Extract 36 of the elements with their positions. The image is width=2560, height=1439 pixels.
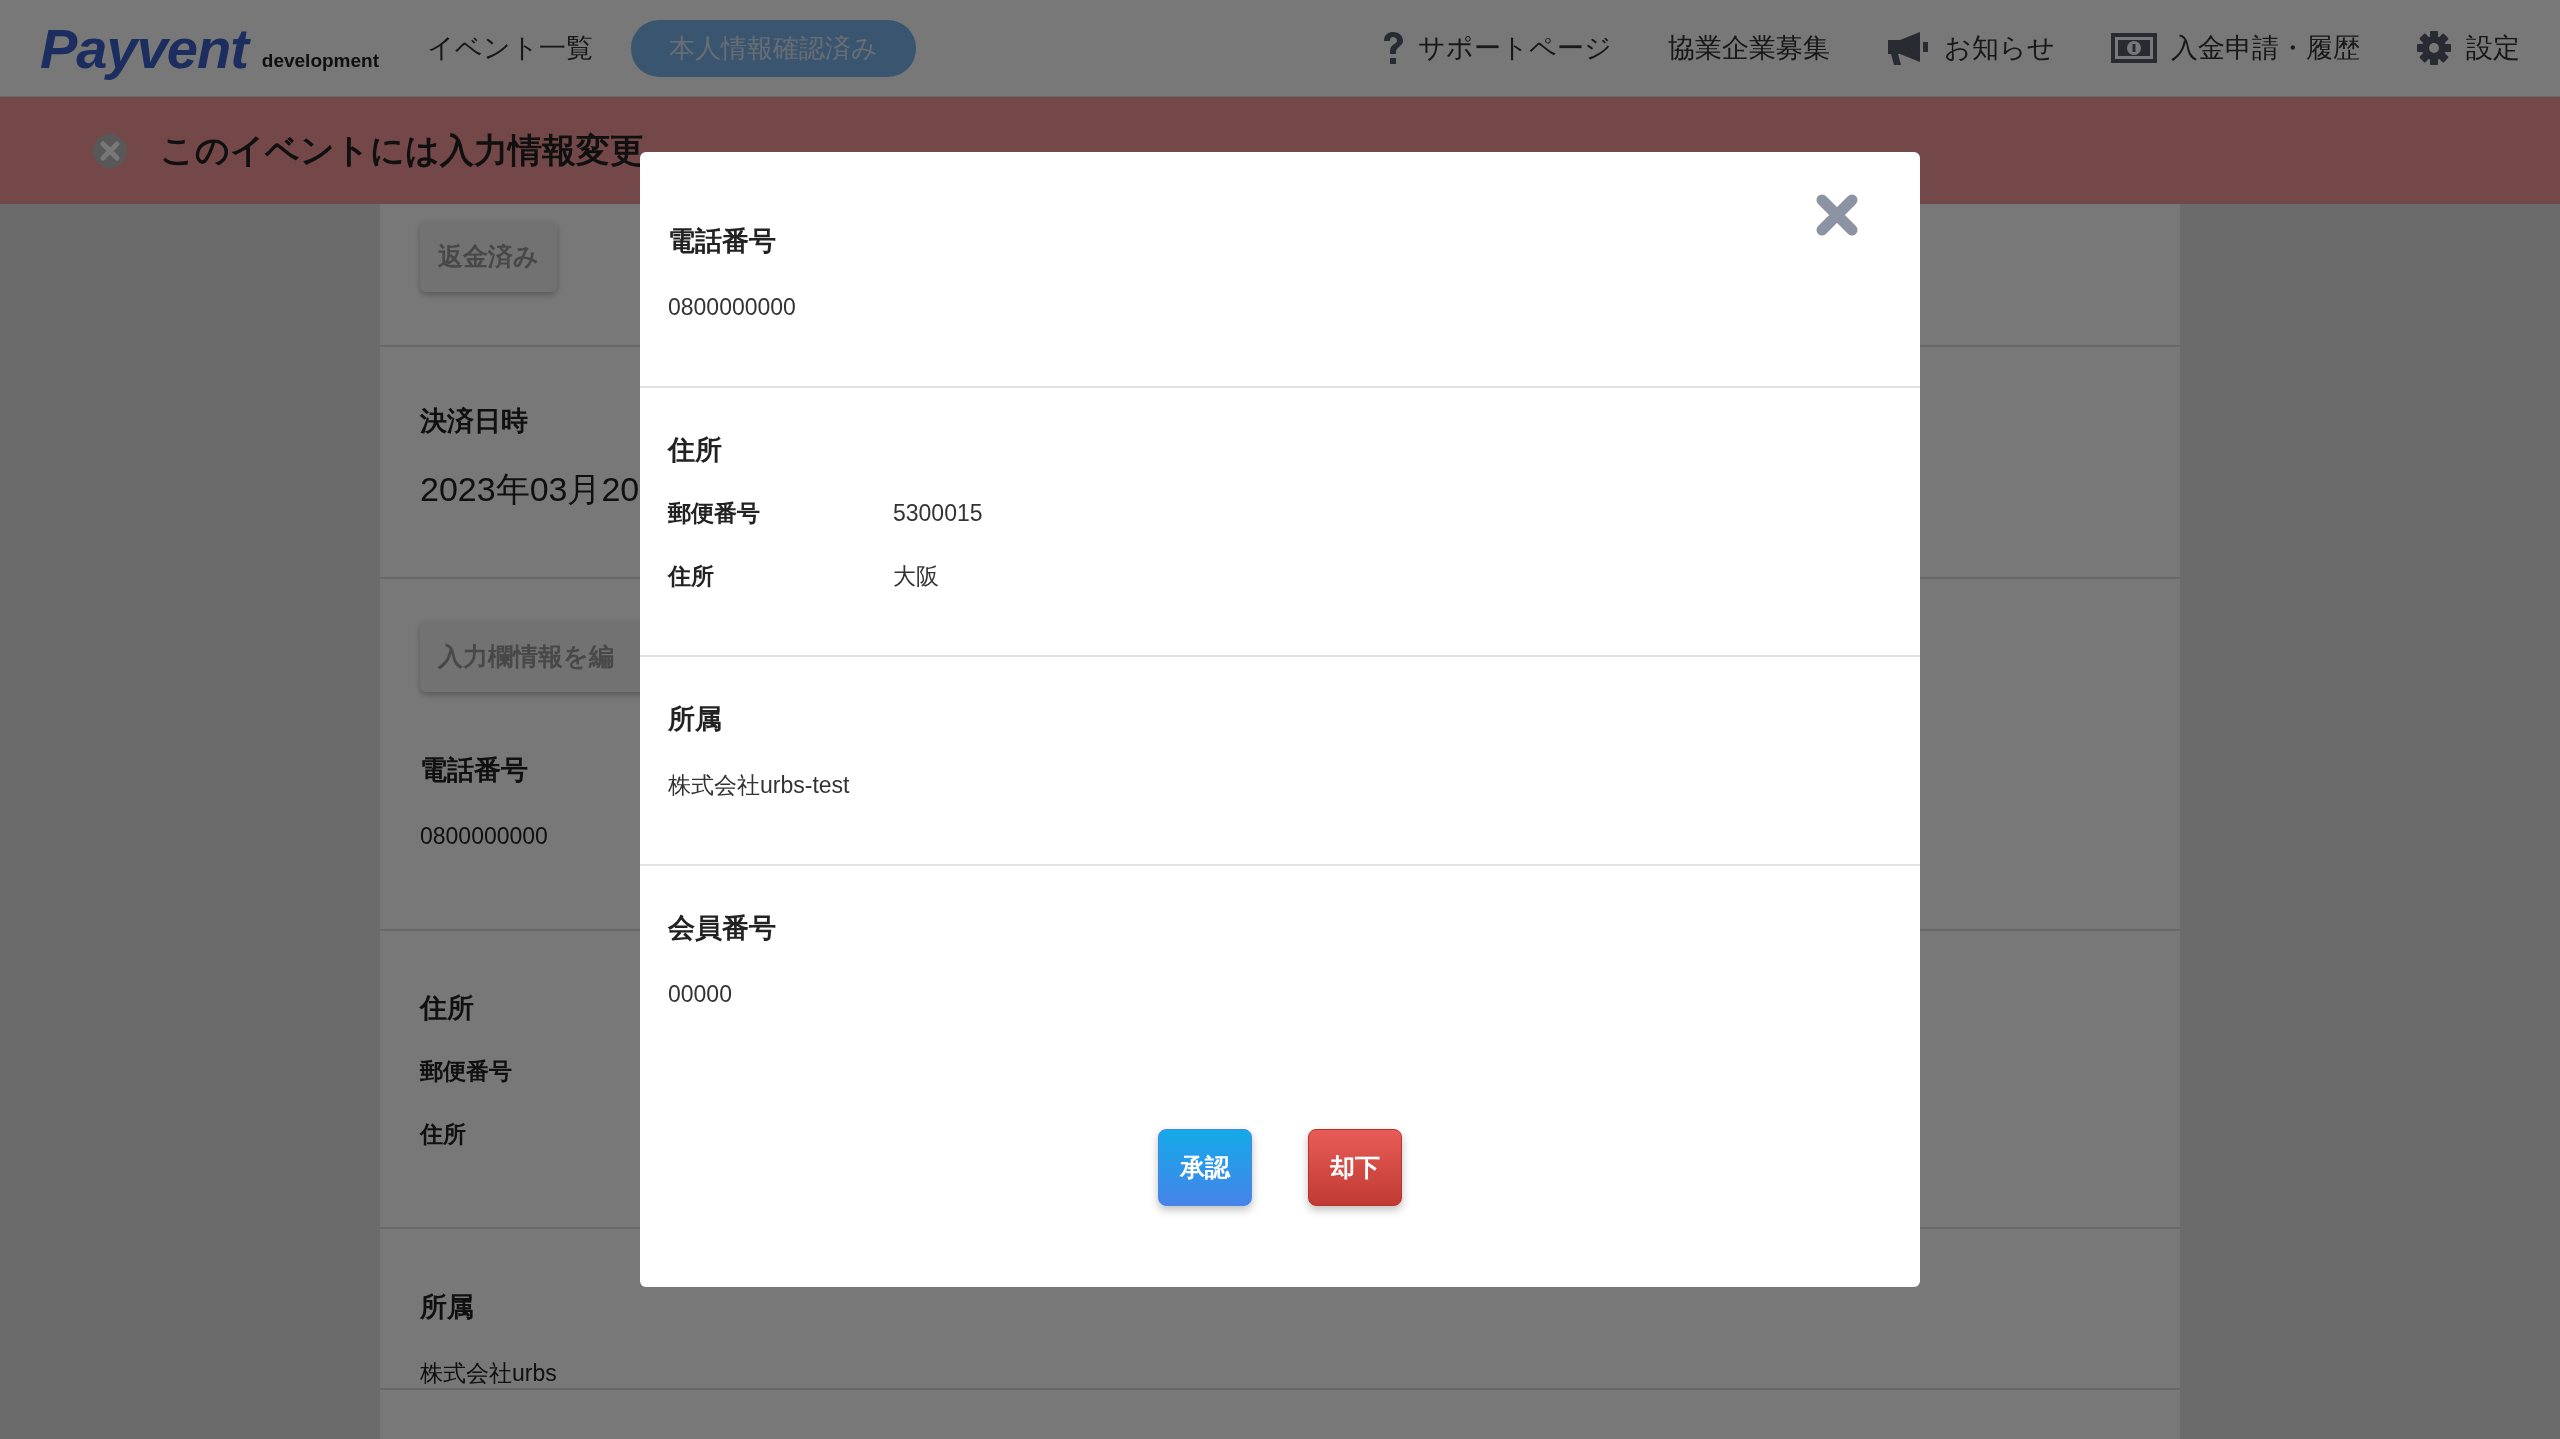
settings-icon — [2416, 30, 2452, 66]
field-label: 所属 — [420, 1292, 474, 1322]
question-icon — [1382, 31, 1404, 65]
nav-link[interactable]: 協業企業募集 — [1668, 30, 1830, 66]
field-label: 決済日時 — [420, 406, 529, 436]
field-label: 会員番号 — [668, 913, 776, 943]
field-label: 電話番号 — [420, 755, 528, 785]
field-value: 2023年03月20 — [420, 469, 640, 509]
nav-link[interactable]: サポートページ — [1418, 30, 1612, 66]
megaphone-icon — [1886, 30, 1930, 66]
field-label: 郵便番号 — [420, 1057, 512, 1086]
nav-link[interactable]: 入金申請・履歴 — [2171, 30, 2360, 66]
environment-label: development — [261, 50, 379, 72]
alert-message: このイベントには入力情報変更 — [160, 129, 644, 171]
reject-button[interactable]: 却下 — [1308, 1129, 1402, 1206]
field-value: 大阪 — [893, 562, 939, 591]
field-label: 住所 — [668, 435, 722, 465]
field-value: 00000 — [668, 980, 732, 1009]
error-icon — [92, 132, 128, 169]
nav-link[interactable]: 設定 — [2466, 30, 2520, 66]
field-label: 郵便番号 — [668, 500, 760, 526]
field-value: 株式会社urbs-test — [668, 771, 850, 800]
field-value: 株式会社urbs — [420, 1359, 557, 1388]
field-label: 住所 — [668, 563, 714, 589]
nav-link[interactable]: イベント一覧 — [427, 30, 593, 66]
field-label: 電話番号 — [668, 226, 776, 256]
field-value: 5300015 — [893, 499, 983, 528]
banknote-icon — [2111, 32, 2157, 64]
approve-button[interactable]: 承認 — [1158, 1129, 1252, 1206]
field-value: 0800000000 — [668, 293, 796, 322]
nav-link[interactable]: お知らせ — [1944, 30, 2055, 66]
close-icon[interactable] — [1814, 192, 1860, 238]
field-label: 住所 — [420, 1120, 466, 1149]
field-label: 住所 — [420, 993, 474, 1023]
field-label: 所属 — [668, 704, 722, 734]
field-value: 0800000000 — [420, 822, 548, 851]
